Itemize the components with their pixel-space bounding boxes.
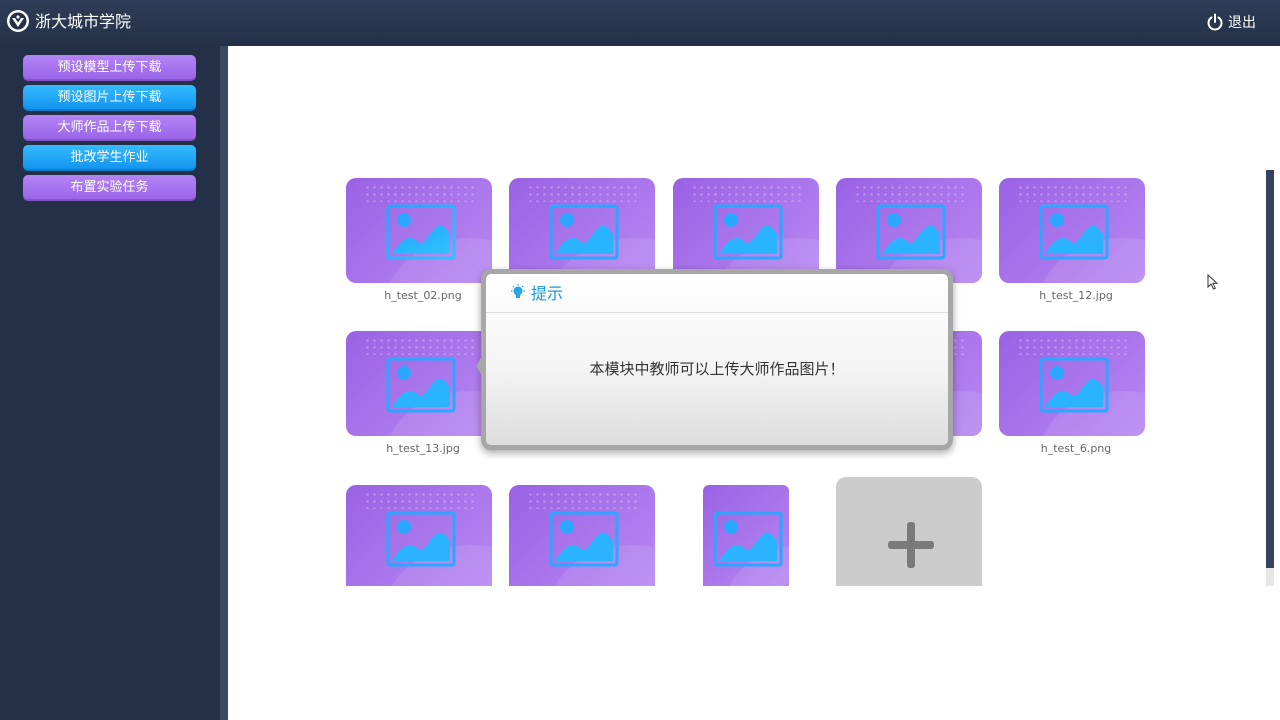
logo-icon	[7, 10, 29, 32]
tile-filename: h_test_02.png	[384, 289, 462, 302]
image-placeholder-icon	[386, 357, 456, 413]
logout-label: 退出	[1228, 15, 1256, 31]
sidebar-divider	[220, 46, 228, 720]
dialog-title: 提示	[531, 284, 564, 303]
image-placeholder-icon	[1039, 204, 1109, 260]
image-placeholder-icon	[1039, 357, 1109, 413]
tile-filename: h_test_12.jpg	[1039, 289, 1113, 302]
gallery-tile[interactable]	[346, 178, 492, 283]
image-placeholder-icon	[549, 204, 619, 260]
scrollbar-thumb[interactable]	[1266, 170, 1274, 568]
menu-preset-model-button[interactable]: 预设模型上传下载	[23, 55, 196, 81]
vertical-scrollbar[interactable]	[1266, 170, 1274, 586]
app-header: 浙大城市学院 退出	[0, 0, 1280, 46]
gallery-tile[interactable]	[836, 178, 982, 283]
app-title: 浙大城市学院	[35, 12, 132, 31]
image-placeholder-icon	[549, 511, 619, 567]
menu-master-works-button[interactable]: 大师作品上传下载	[23, 115, 196, 141]
plus-icon	[888, 522, 934, 568]
gallery-tile[interactable]	[673, 178, 819, 283]
gallery-tile[interactable]	[703, 485, 789, 586]
gallery-tile[interactable]	[509, 178, 655, 283]
menu-assign-task-button[interactable]: 布置实验任务	[23, 175, 196, 201]
dialog-pointer	[476, 350, 486, 382]
add-image-button[interactable]	[836, 477, 982, 586]
image-placeholder-icon	[876, 204, 946, 260]
tile-filename: h_test_13.jpg	[386, 442, 460, 455]
image-placeholder-icon	[713, 511, 783, 567]
menu-grade-homework-button[interactable]: 批改学生作业	[23, 145, 196, 171]
hint-dialog[interactable]: 提示 本模块中教师可以上传大师作品图片！	[476, 269, 953, 450]
image-placeholder-icon	[713, 204, 783, 260]
dialog-header: 提示	[486, 274, 948, 313]
gallery-tile[interactable]	[509, 485, 655, 586]
lightbulb-icon	[511, 284, 525, 298]
mouse-cursor-icon	[1207, 274, 1219, 290]
sidebar: 预设模型上传下载 预设图片上传下载 大师作品上传下载 批改学生作业 布置实验任务	[0, 46, 220, 720]
gallery-tile[interactable]	[346, 485, 492, 586]
image-placeholder-icon	[386, 511, 456, 567]
dialog-message: 本模块中教师可以上传大师作品图片！	[589, 360, 845, 378]
power-icon	[1207, 13, 1223, 31]
tile-filename: h_test_6.png	[1040, 442, 1112, 455]
gallery-tile[interactable]	[999, 178, 1145, 283]
gallery-tile[interactable]	[999, 331, 1145, 436]
menu-preset-image-button[interactable]: 预设图片上传下载	[23, 85, 196, 111]
image-placeholder-icon	[386, 204, 456, 260]
logout-button[interactable]: 退出	[1206, 10, 1256, 34]
gallery-tile[interactable]	[346, 331, 492, 436]
